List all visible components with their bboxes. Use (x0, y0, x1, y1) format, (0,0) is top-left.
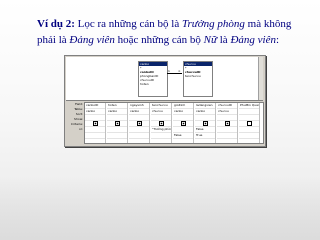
heading-em-truong-phong: Trưởng phòng (181, 18, 245, 30)
show-checkbox[interactable] (247, 121, 252, 126)
heading-em-dang-vien-1: Đảng viên (69, 34, 115, 46)
grid-cell-or[interactable] (107, 133, 127, 139)
show-checkbox[interactable] (115, 121, 120, 126)
grid-column[interactable]: PhuMin Quang (239, 103, 260, 143)
table-pane: canbo * canboID phongbanID chucvuID hote… (66, 57, 263, 101)
grid-column[interactable]: hoten canbo (107, 103, 128, 143)
relationship-line (167, 73, 182, 74)
show-checkbox[interactable] (159, 121, 164, 126)
slide-bottom-band (0, 178, 320, 240)
heading-text-3: hoặc những cán bộ (114, 34, 204, 46)
show-checkbox[interactable] (181, 121, 186, 126)
grid-cell-or[interactable]: False (173, 133, 193, 139)
grid-cell-or[interactable] (85, 133, 105, 139)
row-label-or: or: (78, 127, 83, 131)
grid-column[interactable]: chucvuID chucvu (217, 103, 238, 143)
grid-cell-or[interactable] (151, 133, 171, 139)
grid-column[interactable]: ladangvien canbo False True (195, 103, 216, 143)
show-checkbox[interactable] (225, 121, 230, 126)
heading-text-5: : (275, 34, 280, 46)
show-checkbox[interactable] (203, 121, 208, 126)
table-canbo[interactable]: canbo * canboID phongbanID chucvuID hote… (138, 61, 168, 97)
show-checkbox[interactable] (137, 121, 142, 126)
grid-column[interactable]: ngaysinh canbo (129, 103, 150, 143)
grid-column[interactable]: tenchucvuchucvu"Trưởng phòng" (151, 103, 172, 143)
heading-em-dang-vien-2: Đảng viên (230, 34, 276, 46)
field-item[interactable]: tenchucvu (184, 74, 212, 78)
slide-heading: Ví dụ 2: Lọc ra những cán bộ là Trưởng p… (37, 16, 307, 48)
grid-column[interactable]: gioitinh canbo False (173, 103, 194, 143)
grid-cell-or[interactable] (217, 133, 237, 139)
heading-text-4: là (217, 34, 231, 46)
field-item[interactable]: hoten (139, 82, 167, 86)
grid-cell-or[interactable] (129, 133, 149, 139)
query-design-window: canbo * canboID phongbanID chucvuID hote… (64, 55, 266, 147)
design-grid-area: Field: Table: Sort: Show: Criteria: or: … (66, 102, 264, 144)
design-grid[interactable]: canboID canbo hoten canbo ngaysinh canbo tench… (84, 102, 264, 144)
relationship-one: 1 (168, 69, 170, 73)
relationship-many: ∞ (178, 69, 181, 73)
show-checkbox[interactable] (93, 121, 98, 126)
table-chucvu[interactable]: chucvu * chucvuID tenchucvu (183, 61, 213, 97)
grid-row-labels: Field: Table: Sort: Show: Criteria: or: (66, 102, 83, 132)
heading-text-1: Lọc ra những cán bộ là (74, 18, 182, 30)
heading-em-nu: Nữ (203, 34, 217, 46)
grid-cell-or[interactable]: True (195, 133, 215, 139)
grid-cell-or[interactable] (239, 133, 259, 139)
grid-column[interactable]: canboID canbo (85, 103, 106, 143)
table-pane-scrollbar[interactable] (258, 57, 263, 100)
example-label: Ví dụ 2: (37, 18, 75, 30)
